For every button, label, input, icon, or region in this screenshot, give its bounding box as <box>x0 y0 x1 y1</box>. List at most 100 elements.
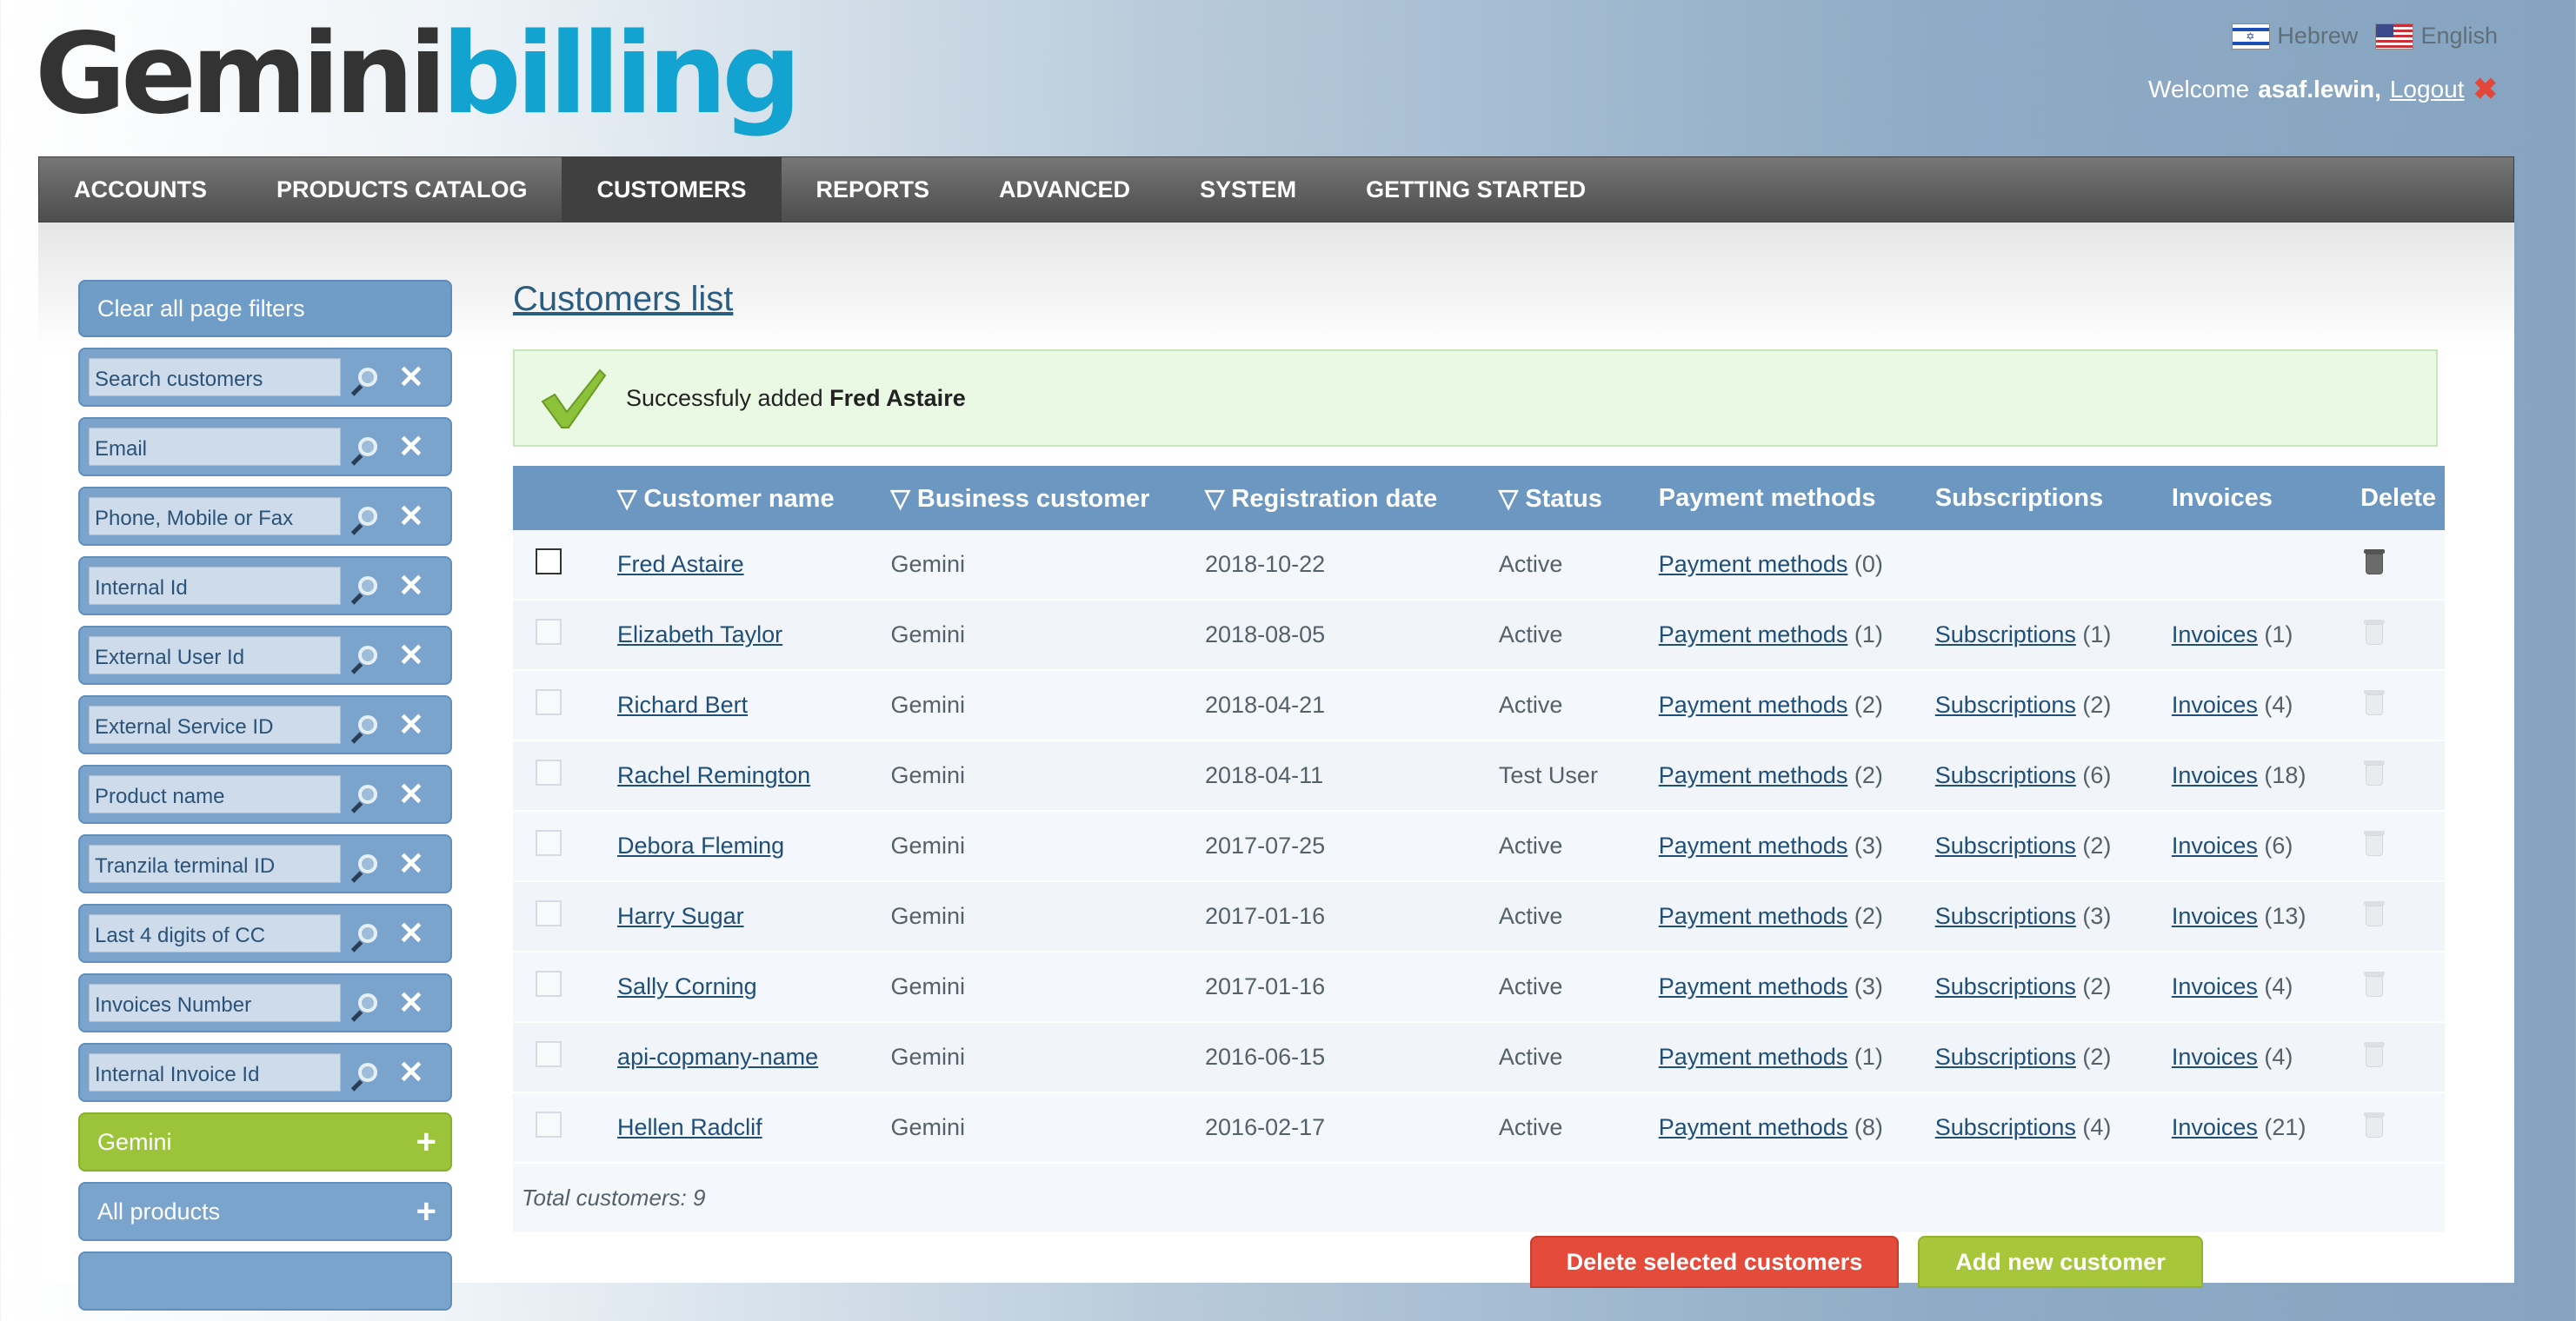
trash-icon[interactable] <box>2363 619 2385 645</box>
tab-advanced[interactable]: ADVANCED <box>964 157 1165 222</box>
payment-methods-link[interactable]: Payment methods <box>1659 762 1848 788</box>
payment-methods-link[interactable]: Payment methods <box>1659 833 1848 859</box>
row-checkbox[interactable] <box>536 1041 562 1067</box>
customer-name-link[interactable]: Hellen Radclif <box>617 1114 762 1140</box>
payment-methods-link[interactable]: Payment methods <box>1659 1044 1848 1070</box>
trash-icon[interactable] <box>2363 548 2385 574</box>
tab-customers[interactable]: CUSTOMERS <box>562 157 782 222</box>
tab-reports[interactable]: REPORTS <box>782 157 965 222</box>
customer-name-link[interactable]: Sally Corning <box>617 973 757 999</box>
trash-icon[interactable] <box>2363 830 2385 856</box>
tab-accounts[interactable]: ACCOUNTS <box>39 157 242 222</box>
close-icon[interactable]: ✖ <box>2473 75 2499 104</box>
filter-input[interactable]: Product name <box>89 775 341 813</box>
subscriptions-link[interactable]: Subscriptions <box>1935 621 2076 647</box>
payment-methods-link[interactable]: Payment methods <box>1659 621 1848 647</box>
row-checkbox[interactable] <box>536 760 562 786</box>
plus-icon[interactable]: + <box>416 1125 436 1159</box>
search-icon[interactable] <box>351 1056 384 1089</box>
filter-input[interactable]: Internal Id <box>89 567 341 605</box>
customer-name-link[interactable]: Harry Sugar <box>617 903 744 929</box>
row-checkbox[interactable] <box>536 689 562 715</box>
delete-selected-customers-button[interactable]: Delete selected customers <box>1530 1236 1899 1288</box>
tab-system[interactable]: SYSTEM <box>1165 157 1331 222</box>
filter-input[interactable]: Tranzila terminal ID <box>89 845 341 883</box>
customer-name-link[interactable]: Fred Astaire <box>617 551 744 577</box>
page-title[interactable]: Customers list <box>513 280 733 319</box>
clear-filter-icon[interactable]: ✕ <box>395 1056 428 1089</box>
payment-methods-link[interactable]: Payment methods <box>1659 973 1848 999</box>
group-gemini[interactable]: Gemini + <box>78 1112 452 1172</box>
trash-icon[interactable] <box>2363 971 2385 997</box>
customer-name-link[interactable]: Richard Bert <box>617 692 748 718</box>
filter-input[interactable]: Last 4 digits of CC <box>89 914 341 953</box>
search-icon[interactable] <box>351 569 384 602</box>
subscriptions-link[interactable]: Subscriptions <box>1935 692 2076 718</box>
clear-filter-icon[interactable]: ✕ <box>395 500 428 533</box>
trash-icon[interactable] <box>2363 1041 2385 1067</box>
search-icon[interactable] <box>351 986 384 1019</box>
plus-icon[interactable]: + <box>416 1194 436 1229</box>
subscriptions-link[interactable]: Subscriptions <box>1935 1114 2076 1140</box>
clear-filter-icon[interactable]: ✕ <box>395 778 428 811</box>
clear-filter-icon[interactable]: ✕ <box>395 917 428 950</box>
customer-name-link[interactable]: Rachel Remington <box>617 762 810 788</box>
invoices-link[interactable]: Invoices <box>2172 973 2258 999</box>
trash-icon[interactable] <box>2363 1112 2385 1138</box>
row-checkbox[interactable] <box>536 971 562 997</box>
row-checkbox[interactable] <box>536 619 562 645</box>
invoices-link[interactable]: Invoices <box>2172 692 2258 718</box>
clear-filter-icon[interactable]: ✕ <box>395 361 428 394</box>
logout-link[interactable]: Logout <box>2390 76 2465 103</box>
clear-filter-icon[interactable]: ✕ <box>395 986 428 1019</box>
clear-filter-icon[interactable]: ✕ <box>395 708 428 741</box>
subscriptions-link[interactable]: Subscriptions <box>1935 762 2076 788</box>
tab-getting-started[interactable]: GETTING STARTED <box>1331 157 1621 222</box>
row-checkbox[interactable] <box>536 900 562 926</box>
language-english[interactable]: English <box>2375 23 2498 50</box>
customer-name-link[interactable]: Debora Fleming <box>617 833 784 859</box>
col-customer-name[interactable]: ▽ Customer name <box>609 466 882 530</box>
trash-icon[interactable] <box>2363 760 2385 786</box>
search-icon[interactable] <box>351 500 384 533</box>
filter-input[interactable]: Email <box>89 428 341 466</box>
search-icon[interactable] <box>351 708 384 741</box>
payment-methods-link[interactable]: Payment methods <box>1659 692 1848 718</box>
search-icon[interactable] <box>351 847 384 880</box>
subscriptions-link[interactable]: Subscriptions <box>1935 1044 2076 1070</box>
clear-filter-icon[interactable]: ✕ <box>395 847 428 880</box>
group-all-products[interactable]: All products + <box>78 1182 452 1241</box>
filter-input[interactable]: External Service ID <box>89 706 341 744</box>
row-checkbox[interactable] <box>536 1112 562 1138</box>
filter-input[interactable]: Search customers <box>89 358 341 396</box>
payment-methods-link[interactable]: Payment methods <box>1659 1114 1848 1140</box>
search-icon[interactable] <box>351 361 384 394</box>
trash-icon[interactable] <box>2363 900 2385 926</box>
subscriptions-link[interactable]: Subscriptions <box>1935 903 2076 929</box>
subscriptions-link[interactable]: Subscriptions <box>1935 833 2076 859</box>
search-icon[interactable] <box>351 778 384 811</box>
clear-filter-icon[interactable]: ✕ <box>395 430 428 463</box>
invoices-link[interactable]: Invoices <box>2172 1114 2258 1140</box>
subscriptions-link[interactable]: Subscriptions <box>1935 973 2076 999</box>
customer-name-link[interactable]: api-copmany-name <box>617 1044 818 1070</box>
filter-input[interactable]: Invoices Number <box>89 984 341 1022</box>
tab-products-catalog[interactable]: PRODUCTS CATALOG <box>242 157 562 222</box>
search-icon[interactable] <box>351 430 384 463</box>
invoices-link[interactable]: Invoices <box>2172 762 2258 788</box>
language-hebrew[interactable]: ✡ Hebrew <box>2232 23 2358 50</box>
col-status[interactable]: ▽ Status <box>1489 466 1650 530</box>
app-logo[interactable]: Geminibilling <box>35 19 802 130</box>
filter-input[interactable]: External User Id <box>89 636 341 674</box>
add-new-customer-button[interactable]: Add new customer <box>1918 1236 2203 1288</box>
clear-filter-icon[interactable]: ✕ <box>395 639 428 672</box>
invoices-link[interactable]: Invoices <box>2172 903 2258 929</box>
customer-name-link[interactable]: Elizabeth Taylor <box>617 621 782 647</box>
col-registration-date[interactable]: ▽ Registration date <box>1196 466 1490 530</box>
invoices-link[interactable]: Invoices <box>2172 833 2258 859</box>
trash-icon[interactable] <box>2363 689 2385 715</box>
filter-input[interactable]: Internal Invoice Id <box>89 1053 341 1092</box>
clear-filter-icon[interactable]: ✕ <box>395 569 428 602</box>
col-business-customer[interactable]: ▽ Business customer <box>882 466 1197 530</box>
clear-filters-button[interactable]: Clear all page filters <box>78 280 452 337</box>
